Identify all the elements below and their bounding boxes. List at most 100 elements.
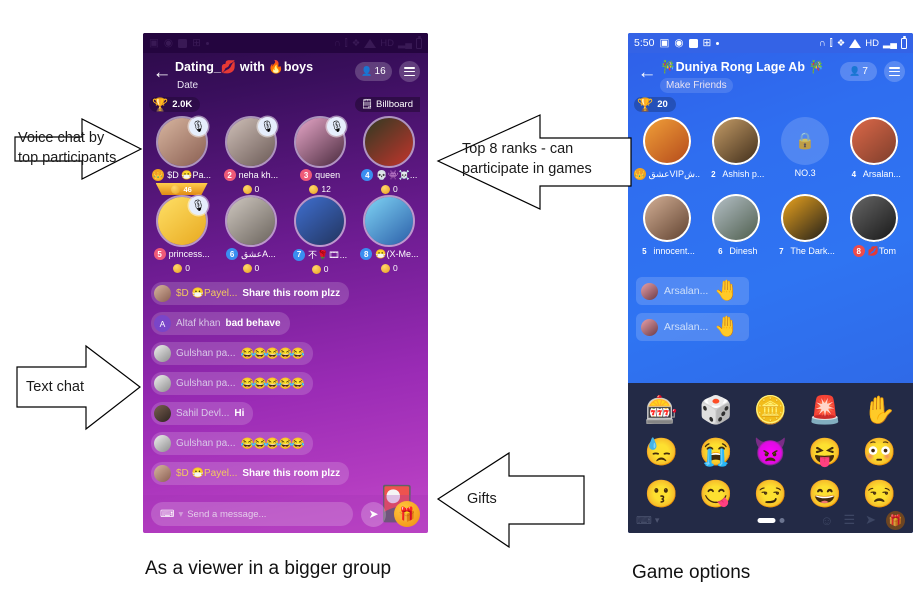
- hd-icon: HD: [865, 37, 879, 49]
- seat-slot[interactable]: 🎙 5 princess... 0: [147, 195, 216, 276]
- seat-name: 2 neha kh...: [223, 169, 278, 181]
- chat-emojis: 😂😂😂😂😂: [240, 438, 304, 450]
- viewer-count-badge[interactable]: 👤 16: [355, 62, 392, 81]
- seat-slot[interactable]: 8 😷(X-Me... 0: [355, 195, 424, 276]
- chat-message[interactable]: Sahil Devl... Hi: [151, 402, 254, 425]
- seat-name: 7 不🌹🎞...: [293, 248, 347, 261]
- seat-slot[interactable]: 6 Dinesh: [701, 194, 770, 271]
- right-chat-list[interactable]: Arsalan... 🤚 Arsalan... 🤚: [628, 271, 913, 349]
- chat-message[interactable]: A Altaf khan bad behave: [151, 312, 290, 335]
- game-emoji-item[interactable]: ✋: [852, 391, 907, 429]
- left-chat-list[interactable]: $D 😷Payel... Share this room plzz A Altaf k…: [143, 276, 428, 492]
- game-emoji-item[interactable]: 🪙: [743, 391, 798, 429]
- seat-gift-count: 0: [311, 264, 328, 274]
- avatar[interactable]: [363, 116, 416, 168]
- coin-icon: [242, 263, 252, 273]
- keyboard-icon[interactable]: ⌨: [160, 509, 174, 520]
- avatar[interactable]: [363, 195, 416, 247]
- gift-icon[interactable]: 🎁: [394, 501, 420, 527]
- avatar[interactable]: [711, 117, 760, 165]
- keyboard-icon[interactable]: ⌨: [636, 514, 652, 527]
- menu-button[interactable]: [884, 61, 905, 82]
- avatar: [154, 345, 171, 362]
- locked-seat[interactable]: 🔒: [781, 117, 830, 165]
- seat-name: 👑عشقVIPش...: [633, 168, 700, 180]
- seat-slot[interactable]: 7 The Dark...: [771, 194, 840, 271]
- seat-slot[interactable]: 🎙 2 neha kh... 0: [216, 116, 285, 197]
- game-emoji-item[interactable]: 😭: [689, 433, 744, 471]
- chat-row: A Altaf khan bad behave: [151, 312, 420, 342]
- chat-message[interactable]: Arsalan... 🤚: [636, 313, 750, 341]
- seat-slot[interactable]: 4 Arsalan...: [840, 117, 909, 194]
- chat-message[interactable]: Arsalan... 🤚: [636, 277, 750, 305]
- chat-emoji: 🤚: [714, 316, 740, 338]
- seat-slot[interactable]: 🎙 👑 $D 😷Pa... 46: [147, 116, 216, 197]
- grid-icon: ⊞: [192, 37, 201, 49]
- trophy-value: 20: [657, 99, 668, 110]
- avatar[interactable]: [642, 117, 691, 165]
- page-dot-active[interactable]: [757, 517, 775, 523]
- menu-button[interactable]: [399, 61, 420, 82]
- game-emoji-item[interactable]: 🎲: [689, 391, 744, 429]
- avatar[interactable]: 🎙: [224, 116, 277, 168]
- chat-username: Arsalan...: [664, 321, 709, 333]
- chat-message[interactable]: Gulshan pa... 😂😂😂😂😂: [151, 372, 313, 395]
- back-arrow-icon[interactable]: ←: [636, 59, 658, 85]
- game-emoji-item[interactable]: 😝: [798, 433, 853, 471]
- avatar[interactable]: 🎙: [294, 116, 347, 168]
- seat-slot[interactable]: 4 💀👾☠️... 0: [355, 116, 424, 197]
- seat-slot[interactable]: 🎙 3 queen 12: [286, 116, 355, 197]
- game-emoji-item[interactable]: 🚨: [798, 391, 853, 429]
- seat-gift-count: 12: [309, 184, 331, 194]
- list-icon[interactable]: ☰: [843, 512, 855, 528]
- game-emoji-item[interactable]: 👿: [743, 433, 798, 471]
- avatar[interactable]: [711, 194, 760, 242]
- right-room-header: ← 🎋Duniya Rong Lage Ab 🎋 Make Friends 👤 …: [628, 53, 913, 95]
- game-emoji-item[interactable]: 😓: [634, 433, 689, 471]
- trophy-badge[interactable]: 🏆 20: [634, 97, 676, 112]
- emoji-icon[interactable]: ☺: [820, 513, 833, 528]
- send-arrow-icon[interactable]: ➤: [865, 512, 876, 528]
- seat-slot[interactable]: 2 Ashish p...: [701, 117, 770, 194]
- avatar[interactable]: [224, 195, 277, 247]
- avatar[interactable]: [850, 194, 899, 242]
- game-emoji-item[interactable]: 😳: [852, 433, 907, 471]
- trophy-badge[interactable]: 🏆 2.0K: [149, 97, 201, 112]
- seat-slot[interactable]: 8 💋Tom: [840, 194, 909, 271]
- seat-slot[interactable]: 7 不🌹🎞... 0: [286, 195, 355, 276]
- chat-message[interactable]: $D 😷Payel... Share this room plzz: [151, 462, 350, 485]
- seat-name: 6 Dinesh: [714, 245, 757, 257]
- chat-message[interactable]: $D 😷Payel... Share this room plzz: [151, 282, 350, 305]
- seat-slot[interactable]: 6 عشقA... 0: [216, 195, 285, 276]
- chat-message[interactable]: Gulshan pa... 😂😂😂😂😂: [151, 432, 313, 455]
- rank-chip: 5: [153, 248, 166, 260]
- billboard-icon: 🗒: [360, 99, 374, 110]
- billboard-button[interactable]: 🗒 Billboard: [354, 97, 420, 112]
- hamburger-icon: [404, 67, 415, 76]
- seat-username: NO.3: [794, 168, 816, 178]
- seat-slot[interactable]: 👑عشقVIPش...: [632, 117, 701, 194]
- avatar[interactable]: [294, 195, 347, 247]
- gift-icon[interactable]: 🎁: [886, 510, 905, 530]
- seat-username: $D 😷Pa...: [167, 169, 211, 180]
- avatar[interactable]: [781, 194, 830, 242]
- avatar[interactable]: 🎙: [155, 195, 208, 247]
- game-emoji-item[interactable]: 🎰: [634, 391, 689, 429]
- page-dot-inactive[interactable]: [779, 517, 784, 523]
- rank-chip: 4: [851, 169, 857, 179]
- chat-message[interactable]: Gulshan pa... 😂😂😂😂😂: [151, 342, 313, 365]
- seat-slot[interactable]: 🔒 NO.3: [771, 117, 840, 194]
- chat-username: Gulshan pa...: [176, 438, 236, 449]
- viewer-count-badge[interactable]: 👤 7: [840, 62, 877, 81]
- seat-slot[interactable]: 5 innocent...: [632, 194, 701, 271]
- avatar[interactable]: 🎙: [155, 116, 208, 168]
- send-arrow-icon[interactable]: ➤: [361, 501, 386, 527]
- rank-chip: 7: [293, 248, 306, 261]
- search-input[interactable]: ⌨ ▾ Send a message...: [151, 502, 353, 526]
- battery-icon: [416, 35, 422, 49]
- avatar-ring: [781, 194, 830, 242]
- avatar[interactable]: [642, 194, 691, 242]
- back-arrow-icon[interactable]: ←: [151, 59, 173, 85]
- avatar[interactable]: [850, 117, 899, 165]
- annotation-top-ranks-label: Top 8 ranks - can participate in games: [462, 141, 592, 177]
